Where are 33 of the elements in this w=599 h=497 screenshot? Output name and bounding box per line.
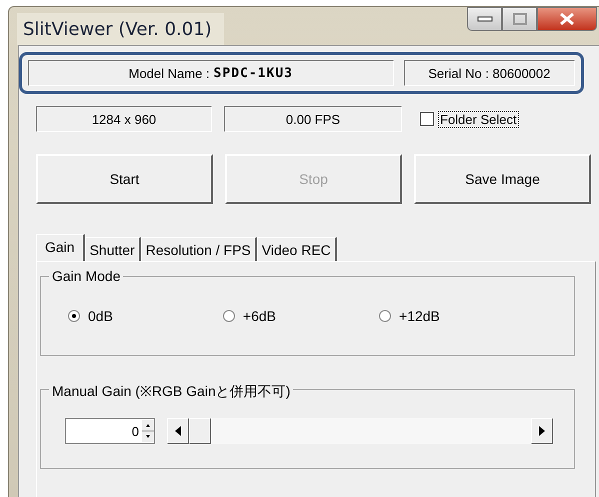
tab[interactable]: Video REC xyxy=(256,237,337,261)
action-button[interactable]: Save Image xyxy=(414,154,591,204)
folder-select-checkbox[interactable]: Folder Select xyxy=(420,112,518,126)
radio-option[interactable]: +6dB xyxy=(222,308,276,324)
group-title: Gain Mode xyxy=(49,268,124,284)
resolution-field: 1284 x 960 xyxy=(36,106,212,132)
scroll-thumb[interactable] xyxy=(189,418,211,444)
serial-number-field: Serial No : 80600002 xyxy=(404,60,575,86)
close-icon xyxy=(559,13,575,25)
action-button[interactable]: Start xyxy=(36,154,213,204)
spin-arrows-icon xyxy=(142,420,154,442)
folder-select-label: Folder Select xyxy=(439,112,518,126)
scroll-right-button[interactable] xyxy=(531,418,553,444)
scroll-left-button[interactable] xyxy=(167,418,189,444)
minimize-button[interactable] xyxy=(467,7,502,31)
tab[interactable]: Resolution / FPS xyxy=(140,237,257,261)
model-name-label: Model Name : xyxy=(128,66,210,80)
model-name-value: SPDC-1KU3 xyxy=(214,66,293,80)
window-title: SlitViewer (Ver. 0.01) xyxy=(17,13,224,45)
tab[interactable]: Gain xyxy=(36,234,85,261)
maximize-button[interactable] xyxy=(502,7,537,31)
spin-box[interactable]: 0 xyxy=(65,418,155,444)
close-button[interactable] xyxy=(537,7,597,31)
minimize-icon xyxy=(476,15,492,23)
radio-option[interactable]: 0dB xyxy=(68,308,113,324)
scroll-bar[interactable] xyxy=(167,418,553,444)
left-arrow-icon xyxy=(175,426,181,436)
fps-field: 0.00 FPS xyxy=(224,106,402,132)
maximize-icon xyxy=(512,13,526,25)
checkbox-icon xyxy=(420,112,434,126)
right-arrow-icon xyxy=(539,426,545,436)
radio-option[interactable]: +12dB xyxy=(379,308,440,324)
tab[interactable]: Shutter xyxy=(84,237,141,261)
